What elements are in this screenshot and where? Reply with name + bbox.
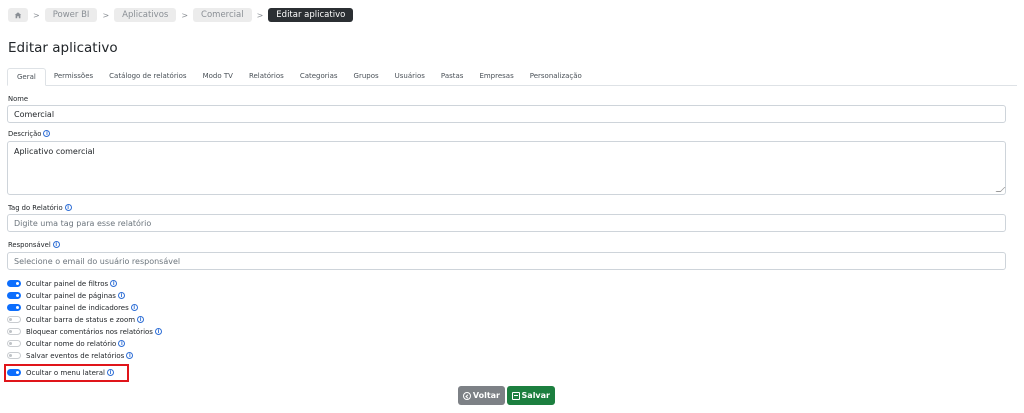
info-icon[interactable]: i: [117, 292, 125, 299]
resize-handle-icon[interactable]: [995, 187, 1006, 192]
toggle-row-comentarios[interactable]: Bloquear comentários nos relatórios i: [7, 326, 162, 337]
toggle-row-paginas[interactable]: Ocultar painel de páginas i: [7, 290, 125, 301]
toggle-switch[interactable]: [7, 352, 21, 359]
toggle-label: Ocultar painel de indicadores: [26, 303, 129, 312]
toggle-switch[interactable]: [7, 340, 21, 347]
responsavel-select[interactable]: Selecione o email do usuário responsável: [7, 252, 1006, 270]
toggle-switch[interactable]: [7, 328, 21, 335]
info-icon[interactable]: i: [137, 316, 145, 323]
save-button[interactable]: Salvar: [507, 386, 555, 405]
toggle-label: Ocultar barra de status e zoom: [26, 315, 136, 324]
tab-relatorios[interactable]: Relatórios: [241, 68, 292, 85]
tab-permissoes[interactable]: Permissões: [46, 68, 101, 85]
breadcrumb-item-power-bi[interactable]: Power BI: [44, 8, 98, 22]
breadcrumb-home[interactable]: [8, 8, 28, 22]
responsavel-label: Responsável i: [8, 241, 60, 249]
info-icon[interactable]: i: [126, 352, 134, 359]
toggle-switch[interactable]: [7, 304, 21, 311]
tag-label: Tag do Relatório i: [8, 204, 72, 212]
tab-grupos[interactable]: Grupos: [346, 68, 387, 85]
page-title: Editar aplicativo: [8, 40, 118, 56]
info-icon[interactable]: i: [130, 304, 138, 311]
tab-categorias[interactable]: Categorias: [292, 68, 346, 85]
breadcrumb-separator: >: [33, 10, 40, 20]
toggle-row-eventos[interactable]: Salvar eventos de relatórios i: [7, 350, 134, 361]
toggle-row-indicadores[interactable]: Ocultar painel de indicadores i: [7, 302, 138, 313]
tab-geral[interactable]: Geral: [7, 68, 46, 86]
breadcrumb: > Power BI > Aplicativos > Comercial > E…: [8, 8, 354, 22]
tab-bar: Geral Permissões Catálogo de relatórios …: [7, 68, 1017, 86]
info-icon[interactable]: i: [43, 130, 51, 137]
nome-label: Nome: [8, 95, 29, 103]
back-button[interactable]: Voltar: [458, 386, 505, 405]
toggle-switch[interactable]: [7, 316, 21, 323]
breadcrumb-separator: >: [181, 10, 189, 20]
nome-input[interactable]: Comercial: [7, 105, 1006, 123]
tag-input[interactable]: Digite uma tag para esse relatório: [7, 214, 1006, 232]
toggle-label: Ocultar painel de páginas: [26, 291, 116, 300]
tab-empresas[interactable]: Empresas: [471, 68, 521, 85]
breadcrumb-separator: >: [256, 10, 264, 20]
toggle-label: Ocultar painel de filtros: [26, 279, 109, 288]
info-icon[interactable]: i: [154, 328, 162, 335]
toggle-label: Ocultar nome do relatório: [26, 339, 117, 348]
breadcrumb-item-current: Editar aplicativo: [268, 8, 354, 22]
save-disk-icon: [512, 391, 520, 400]
home-icon: [14, 12, 22, 19]
tab-usuarios[interactable]: Usuários: [387, 68, 433, 85]
descricao-value: Aplicativo comercial: [14, 147, 95, 156]
save-button-label: Salvar: [521, 391, 550, 400]
descricao-textarea[interactable]: Aplicativo comercial: [7, 141, 1006, 195]
toggle-row-status-zoom[interactable]: Ocultar barra de status e zoom i: [7, 314, 145, 325]
info-icon[interactable]: i: [110, 280, 118, 287]
tab-personalizacao[interactable]: Personalização: [522, 68, 590, 85]
breadcrumb-item-aplicativos[interactable]: Aplicativos: [114, 8, 177, 22]
tab-catalogo-relatorios[interactable]: Catálogo de relatórios: [101, 68, 194, 85]
highlight-box: [4, 364, 129, 382]
info-icon[interactable]: i: [64, 204, 72, 211]
toggle-label: Salvar eventos de relatórios: [26, 351, 125, 360]
tab-modo-tv[interactable]: Modo TV: [195, 68, 241, 85]
back-arrow-icon: [463, 391, 471, 400]
back-button-label: Voltar: [472, 391, 500, 400]
toggle-switch[interactable]: [7, 292, 21, 299]
toggle-row-filtros[interactable]: Ocultar painel de filtros i: [7, 278, 118, 289]
breadcrumb-item-comercial[interactable]: Comercial: [193, 8, 252, 22]
toggle-switch[interactable]: [7, 280, 21, 287]
toggle-row-nome-relatorio[interactable]: Ocultar nome do relatório i: [7, 338, 126, 349]
tab-pastas[interactable]: Pastas: [433, 68, 472, 85]
info-icon[interactable]: i: [52, 241, 60, 248]
descricao-label: Descrição i: [8, 130, 51, 138]
breadcrumb-separator: >: [102, 10, 110, 20]
info-icon[interactable]: i: [118, 340, 126, 347]
toggle-label: Bloquear comentários nos relatórios: [26, 327, 153, 336]
